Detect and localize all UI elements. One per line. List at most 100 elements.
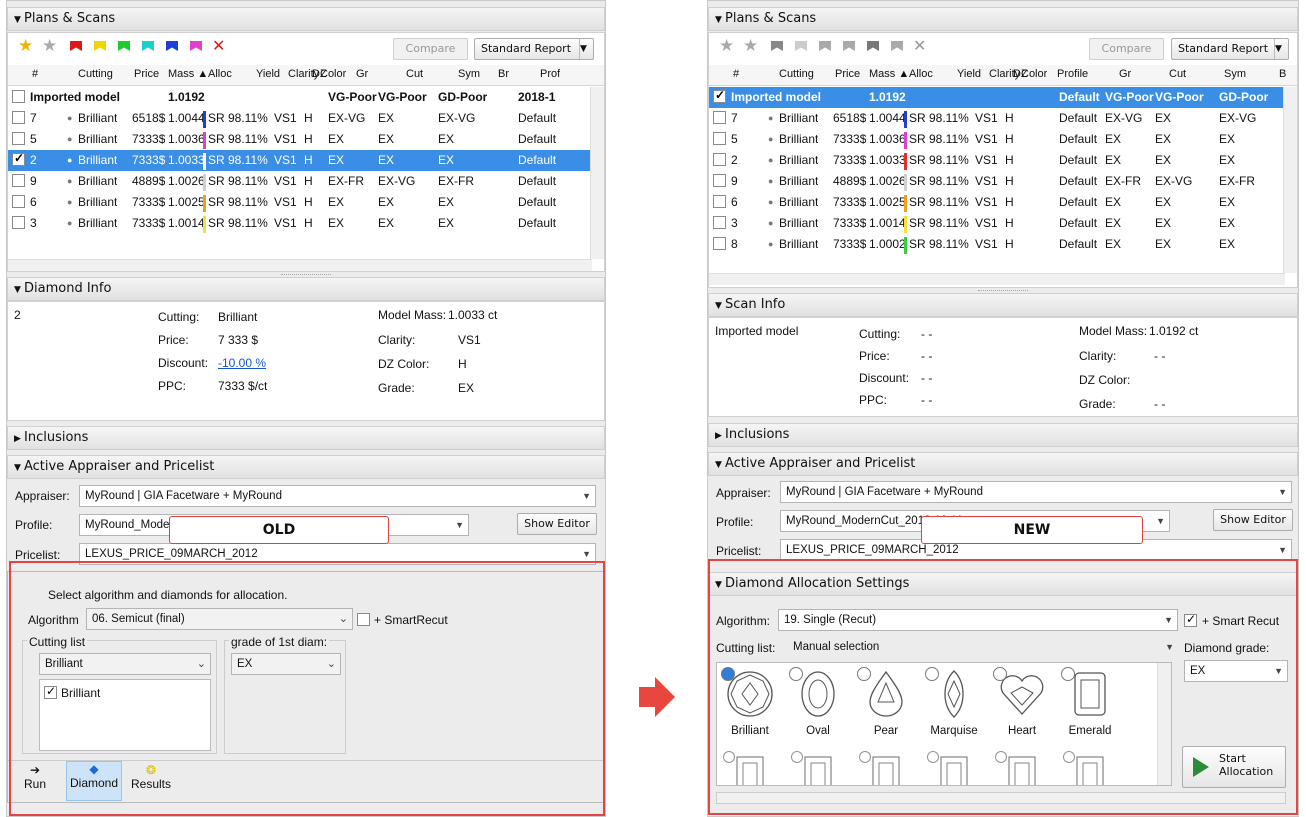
column-header[interactable]: Cutting — [78, 68, 113, 80]
flag-icon[interactable] — [795, 41, 807, 55]
flag-icon[interactable] — [891, 41, 903, 55]
table-row[interactable]: 7 Brilliant 6518$ 1.0044 SR 98.11% VS1 H Default… — [709, 108, 1297, 129]
table-row[interactable]: Imported model 1.0192 VG-Poor VG-Poor GD-Poo… — [8, 87, 604, 108]
row-checkbox[interactable] — [713, 153, 726, 166]
column-header[interactable]: Cut — [406, 68, 423, 80]
cyan-flag-icon[interactable] — [142, 41, 154, 55]
scan-info-header[interactable]: ▼ Scan Info — [708, 293, 1298, 317]
flag-icon[interactable] — [771, 41, 783, 55]
yellow-flag-icon[interactable] — [94, 41, 106, 55]
compare-button[interactable]: Compare — [393, 38, 468, 60]
row-checkbox[interactable] — [12, 174, 25, 187]
row-checkbox[interactable] — [713, 174, 726, 187]
row-checkbox[interactable] — [713, 132, 726, 145]
table-row[interactable]: 5 Brilliant 7333$ 1.0036 SR 98.11% VS1 H EX EX EX D… — [8, 129, 604, 150]
table-row[interactable]: 5 Brilliant 7333$ 1.0036 SR 98.11% VS1 H Default… — [709, 129, 1297, 150]
star-filled-icon[interactable]: ★ — [18, 36, 34, 56]
row-checkbox[interactable] — [12, 195, 25, 208]
row-checkbox[interactable] — [12, 153, 25, 166]
table-row[interactable]: 8 Brilliant 7333$ 1.0002 SR 98.11% VS1 H Default… — [709, 234, 1297, 255]
table-vscrollbar[interactable] — [590, 87, 604, 259]
table-row[interactable]: 3 Brilliant 7333$ 1.0014 SR 98.11% VS1 H Default… — [709, 213, 1297, 234]
row-checkbox[interactable] — [713, 90, 726, 103]
column-header[interactable]: Gr — [356, 68, 368, 80]
plans-scans-header[interactable]: ▼ Plans & Scans — [708, 7, 1298, 31]
column-header[interactable]: Alloc — [208, 68, 232, 80]
table-row[interactable]: 9 Brilliant 4889$ 1.0026 SR 98.11% VS1 H EX-FR EX… — [8, 171, 604, 192]
table-row[interactable]: 6 Brilliant 7333$ 1.0025 SR 98.11% VS1 H Default… — [709, 192, 1297, 213]
row-checkbox[interactable] — [12, 111, 25, 124]
column-header[interactable]: Yield — [957, 68, 981, 80]
column-header[interactable]: B — [1279, 68, 1286, 80]
column-header[interactable]: Yield — [256, 68, 280, 80]
row-checkbox[interactable] — [713, 111, 726, 124]
column-header[interactable]: Price — [835, 68, 860, 80]
column-header[interactable]: Prof — [540, 68, 560, 80]
standard-report-button[interactable]: Standard Report ▼ — [474, 38, 594, 60]
column-header[interactable]: Color — [1021, 68, 1047, 80]
cell-color: H — [304, 195, 313, 209]
table-row[interactable]: 2 Brilliant 7333$ 1.0033 SR 98.11% VS1 H Default… — [709, 150, 1297, 171]
column-header[interactable]: Cutting — [779, 68, 814, 80]
flag-icon[interactable] — [819, 41, 831, 55]
blue-flag-icon[interactable] — [166, 41, 178, 55]
green-flag-icon[interactable] — [118, 41, 130, 55]
column-header[interactable]: Br — [498, 68, 509, 80]
show-editor-button[interactable]: Show Editor — [1213, 509, 1293, 531]
table-hscrollbar[interactable] — [8, 259, 592, 271]
star-icon[interactable]: ★ — [743, 36, 759, 56]
appraiser-header[interactable]: ▼ Active Appraiser and Pricelist — [7, 455, 605, 479]
column-header[interactable]: Sym — [1224, 68, 1246, 80]
star-icon[interactable]: ★ — [42, 36, 58, 56]
column-header[interactable]: Sym — [458, 68, 480, 80]
plans-scans-header[interactable]: ▼ Plans & Scans — [7, 7, 605, 31]
dropdown-arrow-icon[interactable]: ▼ — [1274, 39, 1288, 59]
flag-icon[interactable] — [843, 41, 855, 55]
row-checkbox[interactable] — [713, 195, 726, 208]
column-header[interactable]: Gr — [1119, 68, 1131, 80]
column-header[interactable]: Mass ▲ — [869, 68, 909, 80]
flag-icon[interactable] — [867, 41, 879, 55]
column-header[interactable]: # — [733, 68, 739, 80]
row-checkbox[interactable] — [713, 237, 726, 250]
column-header[interactable]: Profile — [1057, 68, 1088, 80]
compare-button[interactable]: Compare — [1089, 38, 1164, 60]
row-checkbox[interactable] — [12, 216, 25, 229]
splitter-grip[interactable] — [281, 274, 331, 276]
splitter-grip[interactable] — [978, 290, 1028, 292]
red-flag-icon[interactable] — [70, 41, 82, 55]
column-header[interactable]: Color — [320, 68, 346, 80]
table-row[interactable]: 7 Brilliant 6518$ 1.0044 SR 98.11% VS1 H EX-VG EX… — [8, 108, 604, 129]
appraiser-select[interactable]: MyRound | GIA Facetware + MyRound ▼ — [780, 481, 1292, 503]
clear-flag-icon[interactable]: ✕ — [212, 36, 228, 55]
column-header[interactable]: Alloc — [909, 68, 933, 80]
table-row[interactable]: 6 Brilliant 7333$ 1.0025 SR 98.11% VS1 H EX EX EX D… — [8, 192, 604, 213]
table-row[interactable]: 9 Brilliant 4889$ 1.0026 SR 98.11% VS1 H Default… — [709, 171, 1297, 192]
standard-report-button[interactable]: Standard Report ▼ — [1171, 38, 1289, 60]
appraiser-header[interactable]: ▼ Active Appraiser and Pricelist — [708, 452, 1298, 476]
row-checkbox[interactable] — [12, 132, 25, 145]
column-header[interactable]: Cut — [1169, 68, 1186, 80]
discount-link[interactable]: -10.00 % — [218, 356, 266, 370]
inclusions-header[interactable]: ▶ Inclusions — [7, 426, 605, 450]
table-row[interactable]: Imported model 1.0192 Default VG-PoorVG-Poo… — [709, 87, 1297, 108]
table-row[interactable]: 3 Brilliant 7333$ 1.0014 SR 98.11% VS1 H EX EX EX D… — [8, 213, 604, 234]
row-checkbox[interactable] — [12, 90, 25, 103]
clear-flag-icon[interactable]: ✕ — [913, 36, 929, 55]
row-checkbox[interactable] — [713, 216, 726, 229]
column-header[interactable]: # — [32, 68, 38, 80]
table-hscrollbar[interactable] — [709, 273, 1285, 285]
cell-gr: EX — [328, 153, 345, 167]
column-header[interactable]: Price — [134, 68, 159, 80]
diamond-info-header[interactable]: ▼ Diamond Info — [7, 277, 605, 301]
show-editor-button[interactable]: Show Editor — [517, 513, 597, 535]
appraiser-select[interactable]: MyRound | GIA Facetware + MyRound ▼ — [79, 485, 596, 507]
column-header[interactable]: Mass ▲ — [168, 68, 208, 80]
magenta-flag-icon[interactable] — [190, 41, 202, 55]
table-vscrollbar[interactable] — [1283, 87, 1297, 273]
plans-toolbar: ★ ★ ✕ Compare Standard Report ▼ — [709, 33, 1297, 63]
dropdown-arrow-icon[interactable]: ▼ — [579, 39, 593, 59]
table-row[interactable]: 2 Brilliant 7333$1.0033SR98.11% VS1 H EX EX EX D… — [8, 150, 604, 171]
star-icon[interactable]: ★ — [719, 36, 735, 56]
inclusions-header[interactable]: ▶ Inclusions — [708, 423, 1298, 447]
